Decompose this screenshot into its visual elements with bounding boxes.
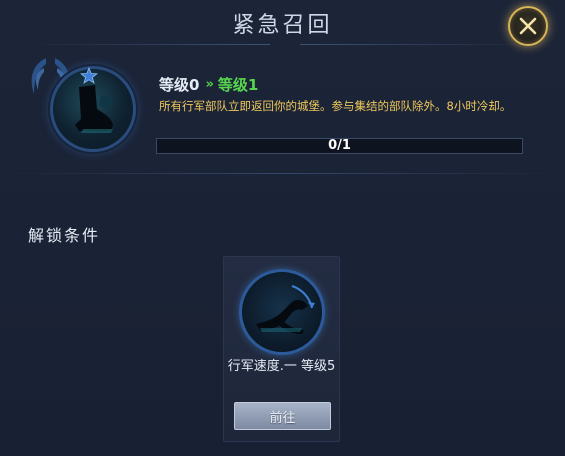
dialog-title: 紧急召回 [232, 13, 333, 38]
next-level: 等级1 [217, 76, 259, 94]
progress-text: 0/1 [328, 138, 351, 153]
close-button[interactable] [508, 6, 548, 46]
skill-description: 所有行军部队立即返回你的城堡。参与集结的部队除外。8小时冷却。 [159, 99, 512, 113]
section-divider [0, 173, 565, 174]
unlock-conditions-heading: 解锁条件 [28, 226, 101, 245]
level-progress-bar: 0/1 [156, 138, 523, 154]
double-chevron-right-icon: » [205, 77, 214, 92]
left-wing-ornament-icon [31, 58, 46, 94]
dialog-header: 紧急召回 [0, 0, 565, 46]
close-x-icon [519, 17, 537, 35]
recall-dialog: 紧急召回 等级0 » 等级1 所有行军部队立即返回你的城堡。参与集结的部队除外。… [0, 0, 565, 456]
goto-button[interactable]: 前往 [234, 402, 331, 430]
star-badge-icon [80, 67, 98, 84]
requirement-card: 行军速度.一 等级5 前往 [223, 256, 340, 442]
current-level: 等级0 [159, 76, 200, 94]
skill-info: 等级0 » 等级1 所有行军部队立即返回你的城堡。参与集结的部队除外。8小时冷却… [26, 56, 546, 171]
title-divider-left [20, 44, 270, 45]
level-row: 等级0 » 等级1 [159, 74, 258, 95]
march-speed-icon [239, 269, 325, 355]
title-divider-right [300, 44, 545, 45]
requirement-name: 行军速度.一 等级5 [227, 359, 336, 374]
